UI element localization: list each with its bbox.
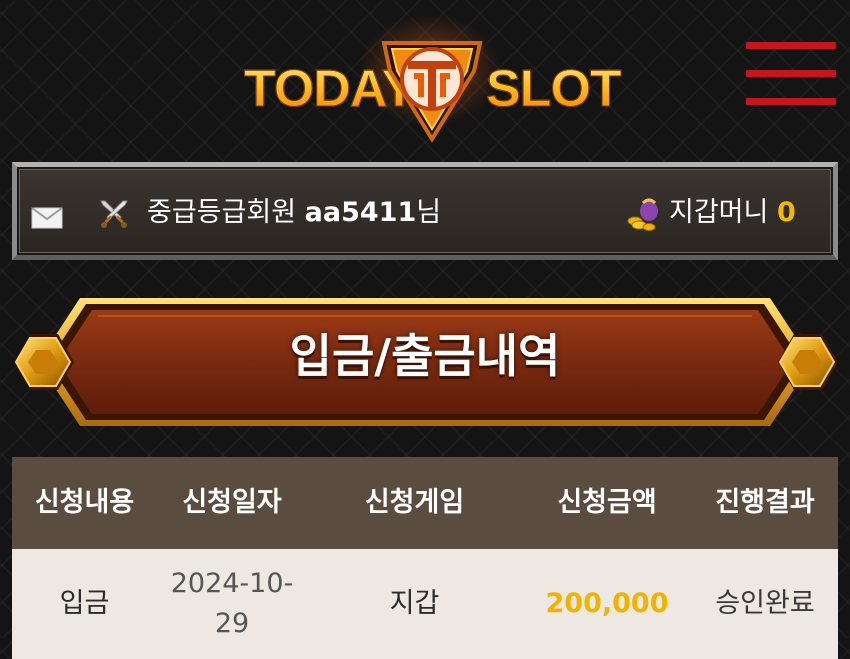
column-header-request-amount: 신청금액 xyxy=(557,487,657,518)
menu-bar xyxy=(746,98,836,105)
user-info-bar: 중급등급회원 aa5411님 지갑머니 0 xyxy=(12,162,838,260)
user-id[interactable]: aa5411 xyxy=(305,197,417,228)
logo-word-slot: SLOT xyxy=(486,60,623,119)
cell-request-game: 지갑 xyxy=(389,588,440,619)
cell-request-date: 2024-10- 29 xyxy=(157,549,307,659)
honorific-suffix: 님 xyxy=(416,197,442,228)
cell-request-type: 입금 xyxy=(59,588,110,619)
date-line-1: 2024-10- xyxy=(170,568,294,599)
menu-bar xyxy=(746,70,836,77)
header: TODAY SLOT xyxy=(0,0,850,150)
column-header-request-date: 신청일자 xyxy=(182,487,282,518)
envelope-icon[interactable] xyxy=(31,207,63,229)
wallet-amount: 0 xyxy=(776,197,796,228)
date-line-2: 29 xyxy=(214,608,250,639)
title-banner: 입금/출금내역 xyxy=(0,290,850,440)
wallet-money: 지갑머니 0 xyxy=(669,193,796,233)
table-header: 신청내용 신청일자 신청게임 신청금액 진행결과 xyxy=(12,457,838,549)
history-table: 신청내용 신청일자 신청게임 신청금액 진행결과 입금 2024-10- 29 … xyxy=(12,457,838,659)
page-title: 입금/출금내역 xyxy=(289,329,561,383)
logo[interactable]: TODAY SLOT xyxy=(240,15,622,145)
cell-result: 승인완료 xyxy=(715,588,815,619)
wallet-label: 지갑머니 xyxy=(669,197,769,228)
member-grade: 중급등급회원 xyxy=(147,197,297,228)
logo-emblem-icon xyxy=(381,41,483,143)
menu-bar xyxy=(746,42,836,49)
hamburger-menu-icon[interactable] xyxy=(746,40,836,110)
crossed-swords-icon xyxy=(100,200,128,228)
user-greeting: 중급등급회원 aa5411님 xyxy=(147,193,441,233)
table-row[interactable]: 입금 2024-10- 29 지갑 200,000 승인완료 xyxy=(12,549,838,659)
column-header-request-type: 신청내용 xyxy=(34,487,135,518)
coins-pouch-icon xyxy=(627,198,658,231)
column-header-result: 진행결과 xyxy=(715,487,815,518)
cell-request-amount: 200,000 xyxy=(545,588,669,619)
column-header-request-game: 신청게임 xyxy=(364,487,465,518)
